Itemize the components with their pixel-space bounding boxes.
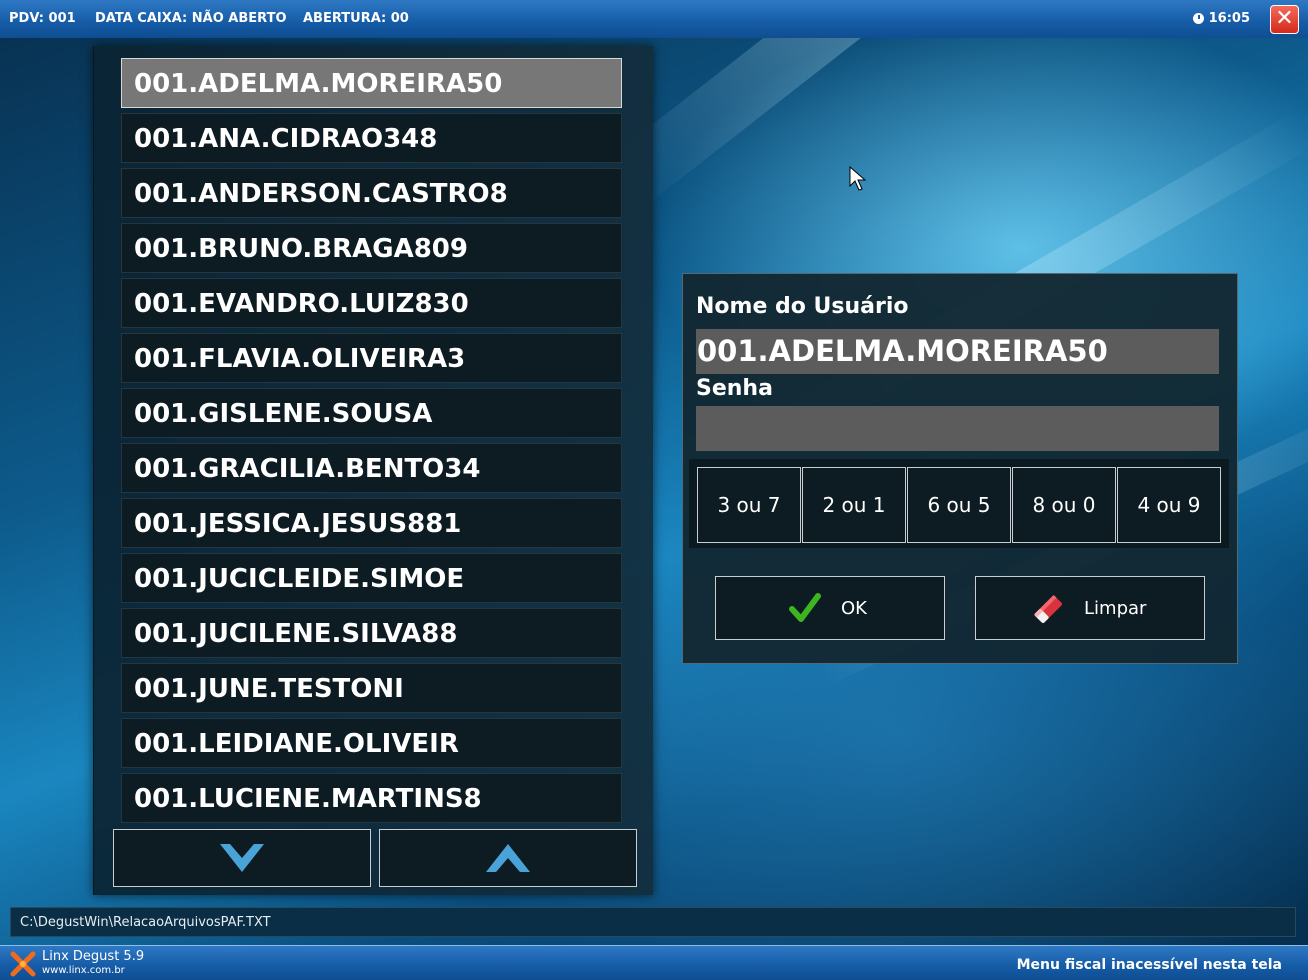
keypad-key-8-0[interactable]: 8 ou 0: [1012, 467, 1116, 543]
close-icon: ✕: [1275, 6, 1294, 31]
scroll-down-button[interactable]: [113, 829, 371, 887]
password-field[interactable]: [696, 406, 1219, 451]
clock-time: 16:05: [1208, 11, 1250, 26]
ok-label: OK: [841, 598, 867, 619]
mouse-pointer-icon: [849, 166, 867, 191]
user-list-item[interactable]: 001.ADELMA.MOREIRA50: [121, 58, 622, 108]
password-keypad: 3 ou 7 2 ou 1 6 ou 5 8 ou 0 4 ou 9: [689, 459, 1229, 548]
clock-icon: [1192, 13, 1204, 24]
user-name-label: Nome do Usuário: [696, 294, 909, 319]
user-list-item[interactable]: 001.JUNE.TESTONI: [121, 663, 622, 713]
close-button[interactable]: ✕: [1270, 5, 1299, 34]
user-list-item[interactable]: 001.GISLENE.SOUSA: [121, 388, 622, 438]
user-list-item[interactable]: 001.LEIDIANE.OLIVEIR: [121, 718, 622, 768]
user-list-item[interactable]: 001.EVANDRO.LUIZ830: [121, 278, 622, 328]
user-list-item[interactable]: 001.GRACILIA.BENTO34: [121, 443, 622, 493]
scroll-up-button[interactable]: [379, 829, 637, 887]
brand-url: www.linx.com.br: [42, 965, 125, 976]
top-bar: PDV: 001 DATA CAIXA: NÃO ABERTO ABERTURA…: [0, 0, 1308, 39]
user-list-item[interactable]: 001.LUCIENE.MARTINS8: [121, 773, 622, 823]
user-list-item[interactable]: 001.JUCICLEIDE.SIMOE: [121, 553, 622, 603]
chevron-down-icon: [220, 844, 264, 872]
keypad-key-2-1[interactable]: 2 ou 1: [802, 467, 906, 543]
user-list-item[interactable]: 001.BRUNO.BRAGA809: [121, 223, 622, 273]
user-list-item[interactable]: 001.FLAVIA.OLIVEIRA3: [121, 333, 622, 383]
eraser-icon: [1033, 594, 1063, 624]
password-label: Senha: [696, 376, 773, 401]
ok-button[interactable]: OK: [715, 576, 945, 640]
bottom-bar: Linx Degust 5.9 www.linx.com.br Menu fis…: [0, 945, 1308, 980]
user-list-panel: 001.ADELMA.MOREIRA50 001.ANA.CIDRAO348 001…: [93, 46, 653, 895]
brand: Linx Degust 5.9 www.linx.com.br: [42, 950, 144, 978]
user-list-item[interactable]: 001.ANDERSON.CASTRO8: [121, 168, 622, 218]
keypad-key-4-9[interactable]: 4 ou 9: [1117, 467, 1221, 543]
data-caixa-label: DATA CAIXA: NÃO ABERTO: [95, 11, 287, 26]
clear-button[interactable]: Limpar: [975, 576, 1205, 640]
pdv-label: PDV: 001: [9, 11, 76, 26]
fiscal-menu-message: Menu fiscal inacessível nesta tela: [1016, 957, 1282, 973]
clear-label: Limpar: [1084, 598, 1147, 619]
user-list-item[interactable]: 001.ANA.CIDRAO348: [121, 113, 622, 163]
linx-logo-icon: [10, 951, 36, 977]
abertura-label: ABERTURA: 00: [303, 11, 409, 26]
keypad-key-3-7[interactable]: 3 ou 7: [697, 467, 801, 543]
chevron-up-icon: [486, 844, 530, 872]
user-list-item[interactable]: 001.JESSICA.JESUS881: [121, 498, 622, 548]
user-list-item[interactable]: 001.JUCILENE.SILVA88: [121, 608, 622, 658]
brand-name: Linx Degust 5.9: [42, 949, 145, 964]
keypad-key-6-5[interactable]: 6 ou 5: [907, 467, 1011, 543]
checkmark-icon: [789, 593, 821, 622]
login-panel: Nome do Usuário 001.ADELMA.MOREIRA50 Sen…: [682, 273, 1238, 664]
clock: 16:05: [1192, 11, 1250, 26]
user-name-field[interactable]: 001.ADELMA.MOREIRA50: [696, 329, 1219, 374]
file-path-status: C:\DegustWin\RelacaoArquivosPAF.TXT: [10, 907, 1296, 937]
